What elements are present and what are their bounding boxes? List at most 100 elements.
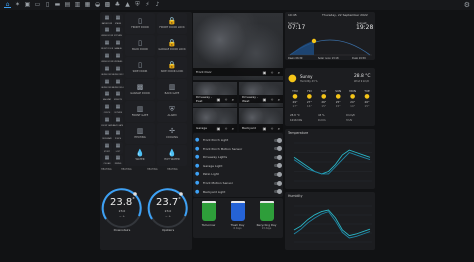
- light-row[interactable]: ● Front Porch Light: [195, 136, 282, 144]
- sofa-icon[interactable]: ▤: [64, 2, 71, 8]
- room-tile[interactable]: ▦ HALLWAY: [102, 90, 112, 103]
- light-row[interactable]: ● Front Motion Sensor: [195, 179, 282, 187]
- room-tile[interactable]: ▦ ENSUITE: [113, 90, 123, 103]
- search-icon[interactable]: ⌕: [278, 97, 280, 102]
- plug-icon[interactable]: ⚡: [144, 2, 151, 8]
- shield-icon[interactable]: ⛨: [134, 2, 141, 8]
- room-tile[interactable]: ▦ CELLAR: [102, 154, 112, 167]
- tree-icon[interactable]: ♣: [114, 2, 121, 8]
- device-tile[interactable]: ▥ FRONT GATE: [125, 101, 155, 122]
- device-tile[interactable]: ▯ BACK DOOR: [125, 35, 155, 56]
- device-tile[interactable]: 🔒 SIDE DOOR LOCK: [157, 57, 187, 78]
- light-row[interactable]: ● Garage Light: [195, 162, 282, 170]
- light-toggle[interactable]: [274, 189, 282, 195]
- device-tile[interactable]: ✢ COOLING: [157, 123, 187, 144]
- motion-icon[interactable]: ✧: [270, 126, 273, 131]
- light-toggle[interactable]: [274, 154, 282, 160]
- camera-feed[interactable]: Driveway - East ▣ ✧ ⌕: [193, 82, 237, 107]
- search-icon[interactable]: ⌕: [278, 126, 280, 131]
- room-tile[interactable]: ▦ KITCHEN: [113, 26, 123, 39]
- room-tile[interactable]: ▦ DINING: [113, 154, 123, 167]
- room-icon: ▦: [104, 155, 110, 162]
- device-tile[interactable]: 🔒 GARAGE DOOR LOCK: [157, 35, 187, 56]
- thermostat-name: Downstairs: [113, 228, 131, 232]
- room-tile[interactable]: ▦ PORCH: [113, 129, 123, 142]
- camera-icon[interactable]: ▣: [263, 97, 267, 102]
- light-row[interactable]: ● Patio Light: [195, 170, 282, 178]
- device-tile[interactable]: ▯ FRONT DOOR: [125, 13, 155, 34]
- room-tile[interactable]: ▦ FRONT DOOR: [101, 39, 113, 52]
- thermostat-controls[interactable]: − +: [115, 214, 129, 218]
- garage-icon[interactable]: ▩: [104, 2, 111, 8]
- kitchen-icon[interactable]: ▦: [84, 2, 91, 8]
- thermostat-controls[interactable]: − +: [161, 214, 175, 218]
- bed-icon[interactable]: ▥: [74, 2, 81, 8]
- search-icon[interactable]: ⌕: [232, 126, 234, 131]
- bath-icon[interactable]: ◒: [94, 2, 101, 8]
- camera-icon[interactable]: ▣: [24, 2, 31, 8]
- room-tile[interactable]: ▦ UPSTAIRS: [113, 52, 123, 65]
- device-tile[interactable]: ▯ SIDE DOOR: [125, 57, 155, 78]
- music-icon[interactable]: ♪: [154, 2, 161, 8]
- light-toggle[interactable]: [274, 171, 282, 177]
- light-toggle[interactable]: [274, 163, 282, 169]
- search-icon[interactable]: ⌕: [278, 70, 280, 75]
- room-tile[interactable]: ▦ LIVING ROOM: [101, 52, 113, 65]
- bin-label: Tomorrow: [201, 223, 216, 227]
- motion-icon[interactable]: ✧: [224, 126, 227, 131]
- camera-icon[interactable]: ▣: [217, 97, 221, 102]
- light-row[interactable]: ● Front Porch Motion Sensor: [195, 145, 282, 153]
- light-icon[interactable]: ✶: [14, 2, 21, 8]
- camera-feed[interactable]: Driveway - West ▣ ✧ ⌕: [239, 82, 283, 107]
- device-tile[interactable]: ▥ HEATING: [125, 123, 155, 144]
- bin-tile[interactable]: Recycling Day 13 days: [253, 200, 280, 236]
- device-tile[interactable]: 💧 WATER: [125, 145, 155, 166]
- tv-icon[interactable]: ▭: [34, 2, 41, 8]
- device-tile[interactable]: 💧 HOT WATER: [157, 145, 187, 166]
- device-tile[interactable]: ▩ GARAGE DOOR: [125, 79, 155, 100]
- door-icon[interactable]: ▯: [44, 2, 51, 8]
- room-tile[interactable]: ▦ BEDROOM 4: [112, 78, 124, 90]
- device-tile[interactable]: 🔒 FRONT DOOR LOCK: [157, 13, 187, 34]
- room-tile[interactable]: ▦ LIVING ROOM: [101, 26, 113, 39]
- room-tile[interactable]: ▦ OUTSIDE: [113, 103, 123, 116]
- room-tile[interactable]: ▦ BACK GATE: [113, 116, 123, 129]
- room-tile[interactable]: ▦ OFFICE: [102, 103, 112, 116]
- room-tile[interactable]: ▦ FRONT GATE: [101, 116, 113, 129]
- search-icon[interactable]: ⌕: [232, 97, 234, 102]
- room-tile[interactable]: ▦ BEDROOM 2: [112, 65, 124, 78]
- device-tile[interactable]: ⛨ ALARM: [157, 101, 187, 122]
- room-tile[interactable]: ▦ DRIVEWAY: [102, 129, 112, 142]
- car-icon[interactable]: ▬: [54, 2, 61, 8]
- light-toggle[interactable]: [274, 146, 282, 152]
- camera-feed[interactable]: Backyard ▣ ✧ ⌕: [239, 108, 283, 132]
- light-row[interactable]: ● Driveway Lights: [195, 153, 282, 161]
- device-tile[interactable]: ▥ BACK GATE: [157, 79, 187, 100]
- camera-icon[interactable]: ▣: [263, 70, 267, 75]
- room-tile[interactable]: ▦ LOFT: [113, 142, 123, 154]
- bin-tile[interactable]: Trash Day 6 days: [224, 200, 251, 236]
- room-tile[interactable]: ▦ GARAGE: [113, 39, 123, 52]
- chart-icon[interactable]: ▲: [124, 2, 131, 8]
- room-tile[interactable]: ▦ BEDROOM 3: [101, 78, 113, 90]
- room-tile[interactable]: ▦ BEDROOM 1: [101, 65, 113, 78]
- room-tile[interactable]: ▦ STUDY: [102, 142, 112, 154]
- motion-icon[interactable]: ✧: [224, 97, 227, 102]
- camera-icon[interactable]: ▣: [263, 126, 267, 131]
- light-row[interactable]: ● Backyard Light: [195, 188, 282, 196]
- room-tile[interactable]: ▦ STAIRS: [113, 14, 123, 26]
- camera-feed[interactable]: Front Door ▣ ✧ ⌕: [193, 13, 283, 80]
- camera-feed[interactable]: Garage ▣ ✧ ⌕: [193, 108, 237, 132]
- motion-icon[interactable]: ✧: [270, 97, 273, 102]
- camera-name: Front Door: [196, 70, 212, 74]
- bin-tile[interactable]: Tomorrow: [195, 200, 222, 236]
- weather-stat: 43 %: [318, 114, 325, 117]
- motion-icon[interactable]: ✧: [270, 70, 273, 75]
- phone-icon: ▯: [138, 61, 142, 69]
- camera-icon[interactable]: ▣: [217, 126, 221, 131]
- light-toggle[interactable]: [274, 180, 282, 186]
- room-tile[interactable]: ▦ BATHROOM: [102, 14, 112, 26]
- home-icon[interactable]: ⌂: [4, 2, 11, 8]
- settings-icon[interactable]: ⚙: [464, 1, 470, 9]
- light-toggle[interactable]: [274, 137, 282, 143]
